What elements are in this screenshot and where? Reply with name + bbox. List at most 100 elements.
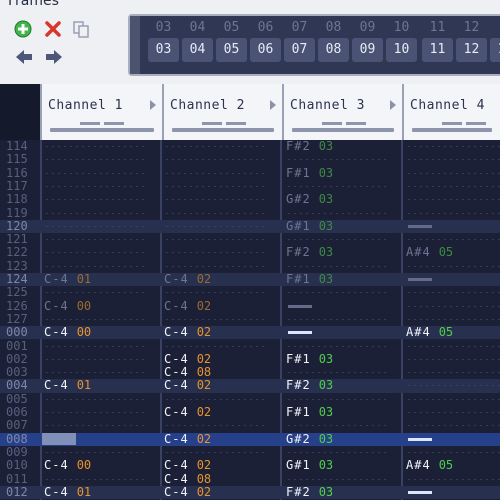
pattern-row[interactable]: 127 — [0, 312, 500, 326]
note-cell[interactable]: C-4 08 — [164, 472, 211, 486]
frame-cell[interactable]: 10 — [386, 20, 417, 35]
note-cell[interactable]: C-4 02 — [164, 326, 211, 339]
pattern-row[interactable]: 123 — [0, 259, 500, 273]
empty-cell[interactable] — [44, 412, 144, 413]
empty-cell[interactable] — [164, 225, 264, 227]
pattern-row[interactable]: 003 C-4 08 — [0, 366, 500, 379]
note-cell[interactable]: A#4 05 — [406, 459, 453, 472]
empty-cell[interactable] — [44, 185, 144, 187]
note-cell[interactable]: C-4 02 — [164, 485, 211, 499]
note-cell[interactable]: F#1 03 — [286, 273, 333, 286]
empty-cell[interactable] — [44, 372, 144, 374]
empty-cell[interactable] — [44, 225, 144, 227]
pattern-row[interactable]: 120 G#1 03 — [0, 219, 500, 234]
pattern-row[interactable]: 011 C-4 08 — [0, 472, 500, 486]
channel-3-header[interactable]: Channel 3 — [282, 84, 402, 140]
frame-cell[interactable]: 06 — [250, 20, 281, 35]
empty-cell[interactable] — [406, 199, 500, 201]
empty-cell[interactable] — [44, 265, 144, 267]
empty-cell[interactable] — [286, 212, 386, 214]
pattern-row[interactable]: 118 G#2 03 — [0, 193, 500, 206]
empty-cell[interactable] — [44, 398, 144, 400]
pattern-row[interactable]: 116 F#1 03 — [0, 166, 500, 180]
empty-cell[interactable] — [286, 318, 386, 320]
note-off-marker[interactable] — [408, 437, 432, 441]
delete-frame-button[interactable] — [44, 20, 62, 38]
pattern-row[interactable]: 001 — [0, 339, 500, 353]
empty-cell[interactable] — [164, 265, 264, 267]
frame-cell[interactable]: 07 — [284, 20, 315, 35]
frame-cell[interactable]: 12 — [456, 20, 487, 35]
frame-cell[interactable]: 06 — [250, 38, 281, 62]
empty-cell[interactable] — [406, 425, 500, 427]
frame-cell[interactable]: 04 — [182, 38, 213, 62]
empty-cell[interactable] — [286, 372, 386, 374]
channel-1-header[interactable]: Channel 1 — [40, 84, 162, 140]
empty-cell[interactable] — [164, 292, 264, 294]
empty-cell[interactable] — [164, 318, 264, 320]
empty-cell[interactable] — [44, 478, 144, 480]
note-cell[interactable]: C-4 01 — [44, 379, 91, 392]
empty-cell[interactable] — [44, 146, 144, 147]
frame-cell[interactable]: 11 — [422, 38, 453, 62]
pattern-row[interactable]: 126 C-4 00 C-4 02 — [0, 299, 500, 313]
note-cell[interactable]: C-4 01 — [44, 273, 91, 286]
frame-cell[interactable]: 03 — [148, 20, 179, 35]
empty-cell[interactable] — [406, 159, 500, 161]
note-off-marker[interactable] — [288, 331, 312, 335]
empty-cell[interactable] — [286, 425, 386, 427]
note-cell[interactable]: C-4 02 — [164, 273, 211, 286]
channel-4-header[interactable]: Channel 4 — [402, 84, 500, 140]
note-cell[interactable]: C-4 02 — [164, 406, 211, 419]
pattern-row[interactable]: 115 — [0, 153, 500, 166]
frame-cell[interactable]: 13 — [490, 38, 500, 62]
pattern-row[interactable]: 114 F#2 03 — [0, 140, 500, 153]
empty-cell[interactable] — [286, 451, 386, 453]
note-cell[interactable]: A#4 05 — [406, 326, 453, 339]
frame-cell[interactable]: 03 — [148, 38, 179, 62]
empty-cell[interactable] — [164, 451, 264, 453]
empty-cell[interactable] — [44, 252, 144, 254]
note-cell[interactable]: C-4 02 — [164, 352, 211, 366]
pattern-row[interactable]: 121 — [0, 233, 500, 246]
expand-arrow-icon[interactable] — [390, 100, 396, 110]
note-cell[interactable]: C-4 00 — [44, 326, 91, 339]
empty-cell[interactable] — [164, 159, 264, 161]
empty-cell[interactable] — [44, 318, 144, 320]
empty-cell[interactable] — [406, 478, 500, 480]
note-cell[interactable]: F#2 03 — [286, 140, 333, 153]
pattern-row[interactable]: 005 — [0, 392, 500, 406]
note-cell[interactable]: C-4 02 — [164, 432, 211, 446]
frame-cell[interactable]: 10 — [386, 38, 417, 62]
empty-cell[interactable] — [406, 372, 500, 374]
empty-cell[interactable] — [406, 146, 500, 147]
empty-cell[interactable] — [406, 292, 500, 294]
frame-cell[interactable]: 05 — [216, 38, 247, 62]
pattern-row[interactable]: 122 F#2 03 A#4 05 — [0, 246, 500, 259]
empty-cell[interactable] — [164, 345, 264, 347]
note-cell[interactable]: G#2 03 — [286, 432, 333, 446]
note-cell[interactable]: G#1 03 — [286, 219, 333, 233]
note-cell[interactable]: C-4 01 — [44, 485, 91, 499]
empty-cell[interactable] — [44, 292, 144, 294]
empty-cell[interactable] — [406, 358, 500, 360]
pattern-row[interactable]: 000 C-4 00 C-4 02 A#4 05 — [0, 326, 500, 340]
note-cell[interactable]: C-4 00 — [44, 299, 91, 313]
empty-cell[interactable] — [164, 425, 264, 427]
note-off-marker[interactable] — [408, 278, 432, 281]
move-frame-left-button[interactable] — [14, 48, 32, 66]
pattern-row[interactable]: 009 — [0, 445, 500, 459]
empty-cell[interactable] — [406, 172, 500, 174]
note-cell[interactable]: F#2 03 — [286, 246, 333, 259]
duplicate-frame-button[interactable] — [72, 20, 90, 38]
pattern-row[interactable]: 008 C-4 02 G#2 03 — [0, 432, 500, 446]
empty-cell[interactable] — [44, 199, 144, 201]
frame-cell[interactable]: 07 — [284, 38, 315, 62]
note-cell[interactable]: G#2 03 — [286, 193, 333, 206]
frame-cell[interactable]: 09 — [352, 20, 383, 35]
empty-cell[interactable] — [164, 185, 264, 187]
frame-cell[interactable]: 04 — [182, 20, 213, 35]
empty-cell[interactable] — [406, 398, 500, 400]
pattern-editor[interactable]: 114 F#2 03 115 116 F#1 03 117 118 G#2 03 119 120 G#1 0… — [0, 140, 500, 500]
pattern-row[interactable]: 012 C-4 01 C-4 02 F#2 03 — [0, 485, 500, 500]
